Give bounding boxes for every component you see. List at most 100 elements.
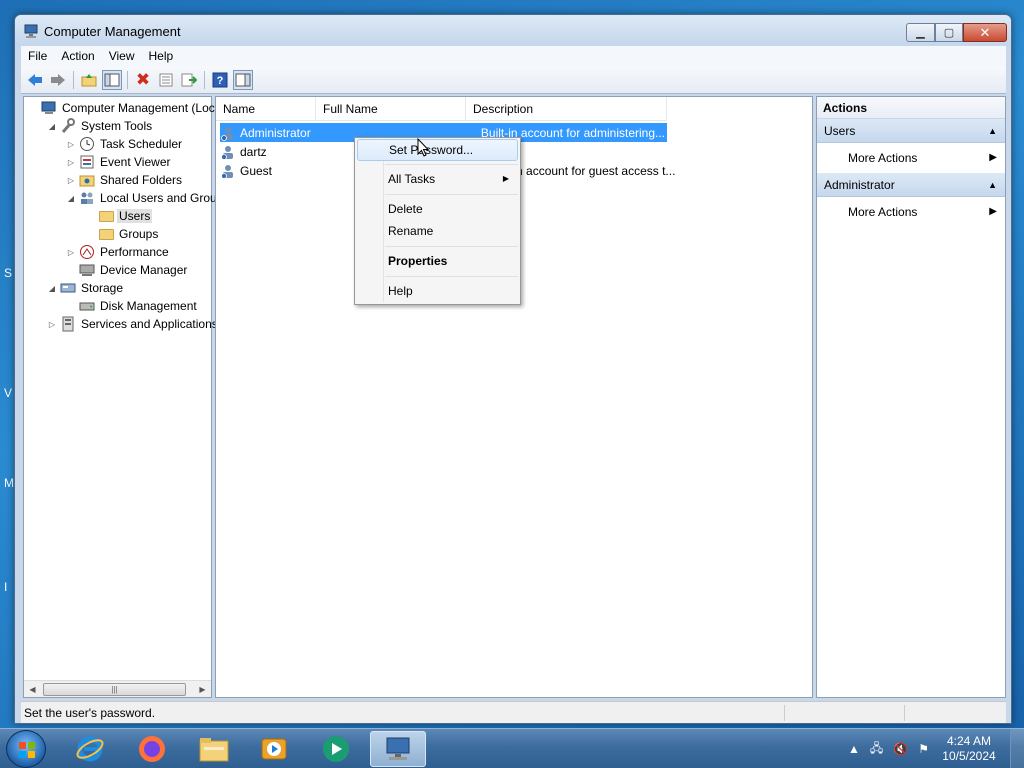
users-group-icon [79,190,95,206]
tree-item[interactable]: ▷ Services and Applications [47,315,220,333]
context-menu: Set Password... All Tasks ▶ Delete Renam… [354,137,521,305]
collapse-arrow-icon[interactable]: ◢ [47,122,57,131]
expand-arrow-icon[interactable]: ▷ [47,320,57,329]
computer-management-window: Computer Management ▁ ▢ ✕ File Action Vi… [14,14,1012,724]
scroll-left-arrow-icon[interactable]: ◀ [24,685,41,694]
expand-arrow-icon[interactable]: ▷ [66,158,76,167]
desktop-icon-fragment: S [4,266,13,280]
help-button[interactable]: ? [210,70,230,90]
tree-item[interactable]: ▷ Task Scheduler [66,135,184,153]
tree-item-label: Disk Management [100,299,197,313]
services-icon [60,316,76,332]
maximize-icon: ▢ [943,27,955,39]
menu-item-rename[interactable]: Rename [357,220,518,242]
actions-section-users[interactable]: Users ▲ [817,119,1005,143]
tree-item[interactable]: ▷ Performance [66,243,171,261]
expand-arrow-icon[interactable]: ▷ [66,140,76,149]
cell-name: dartz [240,144,267,159]
title-bar[interactable]: Computer Management ▁ ▢ ✕ [15,15,1011,47]
disk-icon [79,298,95,314]
taskbar-computer-management[interactable] [370,731,426,767]
expand-arrow-icon[interactable]: ▷ [66,176,76,185]
tree-item[interactable]: Users [85,207,153,225]
tree-horizontal-scrollbar[interactable]: ◀ ||| ▶ [24,680,211,697]
file-explorer-icon [199,738,229,762]
up-one-level-button[interactable] [79,70,99,90]
menu-action[interactable]: Action [54,49,101,63]
status-text: Set the user's password. [24,706,156,720]
taskbar-file-explorer[interactable] [186,731,242,767]
user-icon [220,144,236,160]
menu-file[interactable]: File [21,49,54,63]
minimize-button[interactable]: ▁ [906,23,935,42]
windows-logo-icon [19,742,35,758]
menu-item-delete[interactable]: Delete [357,198,518,220]
firefox-icon [139,736,165,762]
event-viewer-icon [79,154,95,170]
clock[interactable]: 4:24 AM 10/5/2024 [934,734,1004,764]
taskbar-internet-explorer[interactable] [62,731,118,767]
network-icon[interactable]: 🖧 [870,739,883,760]
actions-section-administrator[interactable]: Administrator ▲ [817,173,1005,197]
actions-pane: Actions Users ▲ More Actions ▶ Administr… [816,96,1006,698]
collapse-arrow-icon[interactable]: ◢ [66,194,76,203]
maximize-button[interactable]: ▢ [935,23,963,42]
tree-item[interactable]: ◢ Local Users and Groups [66,189,231,207]
show-hide-console-tree-button[interactable] [102,69,122,90]
menu-item-set-password[interactable]: Set Password... [357,139,518,161]
scrollbar-thumb[interactable]: ||| [43,683,186,696]
menu-bar: File Action View Help [21,46,1006,66]
column-header-full-name[interactable]: Full Name [316,97,466,121]
tree-item[interactable]: Disk Management [66,297,199,315]
more-actions-administrator[interactable]: More Actions ▶ [817,197,1005,227]
menu-item-all-tasks[interactable]: All Tasks ▶ [357,168,518,190]
taskbar-firefox[interactable] [124,731,180,767]
column-header-description[interactable]: Description [466,97,667,121]
forward-button[interactable] [48,70,68,90]
properties-button[interactable] [156,70,176,90]
tree-item[interactable]: ◢ Storage [47,279,125,297]
tree-item[interactable]: ▷ Event Viewer [66,153,172,171]
show-hide-action-pane-button[interactable] [233,69,253,90]
tree-item-label: Shared Folders [100,173,183,187]
mouse-cursor-icon [417,138,430,157]
show-desktop-button[interactable] [1010,729,1024,768]
shared-folder-icon [79,172,95,188]
clock-date: 10/5/2024 [942,749,996,763]
column-header-name[interactable]: Name [216,97,316,121]
minimize-icon: ▁ [916,27,925,39]
section-title: Administrator [824,178,895,192]
menu-help[interactable]: Help [142,49,181,63]
menu-item-properties[interactable]: Properties [357,250,518,272]
tree-item[interactable]: Computer Management (Local [28,99,226,117]
tree-item-label: Task Scheduler [100,137,183,151]
delete-button[interactable]: ✖ [133,70,153,90]
show-hidden-icons-icon[interactable]: ▲ [848,742,860,756]
collapse-arrow-icon[interactable]: ◢ [47,284,57,293]
tree-item[interactable]: Groups [85,225,160,243]
export-list-button[interactable] [179,70,199,90]
back-button[interactable] [25,70,45,90]
volume-muted-icon[interactable]: 🔇 [893,742,908,756]
folder-icon [98,226,114,242]
scroll-right-arrow-icon[interactable]: ▶ [194,685,211,694]
start-button[interactable] [6,730,46,768]
collapse-icon[interactable]: ▲ [988,173,997,197]
tree-item[interactable]: ◢ System Tools [47,117,154,135]
toolbar-separator [73,70,74,89]
clock-time: 4:24 AM [946,734,992,748]
tree-item[interactable]: ▷ Shared Folders [66,171,184,189]
action-center-flag-icon[interactable]: ⚑ [918,742,929,756]
taskbar-media-player[interactable] [246,731,302,767]
collapse-icon[interactable]: ▲ [988,119,997,143]
back-arrow-icon [28,73,42,86]
system-tray: ▲ 🖧 🔇 ⚑ 4:24 AM 10/5/2024 [843,729,1024,768]
more-actions-users[interactable]: More Actions ▶ [817,143,1005,173]
expand-arrow-icon[interactable]: ▷ [66,248,76,257]
close-button[interactable]: ✕ [963,23,1007,42]
taskbar-app[interactable] [308,731,364,767]
menu-item-help[interactable]: Help [357,280,518,302]
menu-view[interactable]: View [102,49,142,63]
cell-name: Administrator [240,125,311,140]
tree-item[interactable]: Device Manager [66,261,189,279]
